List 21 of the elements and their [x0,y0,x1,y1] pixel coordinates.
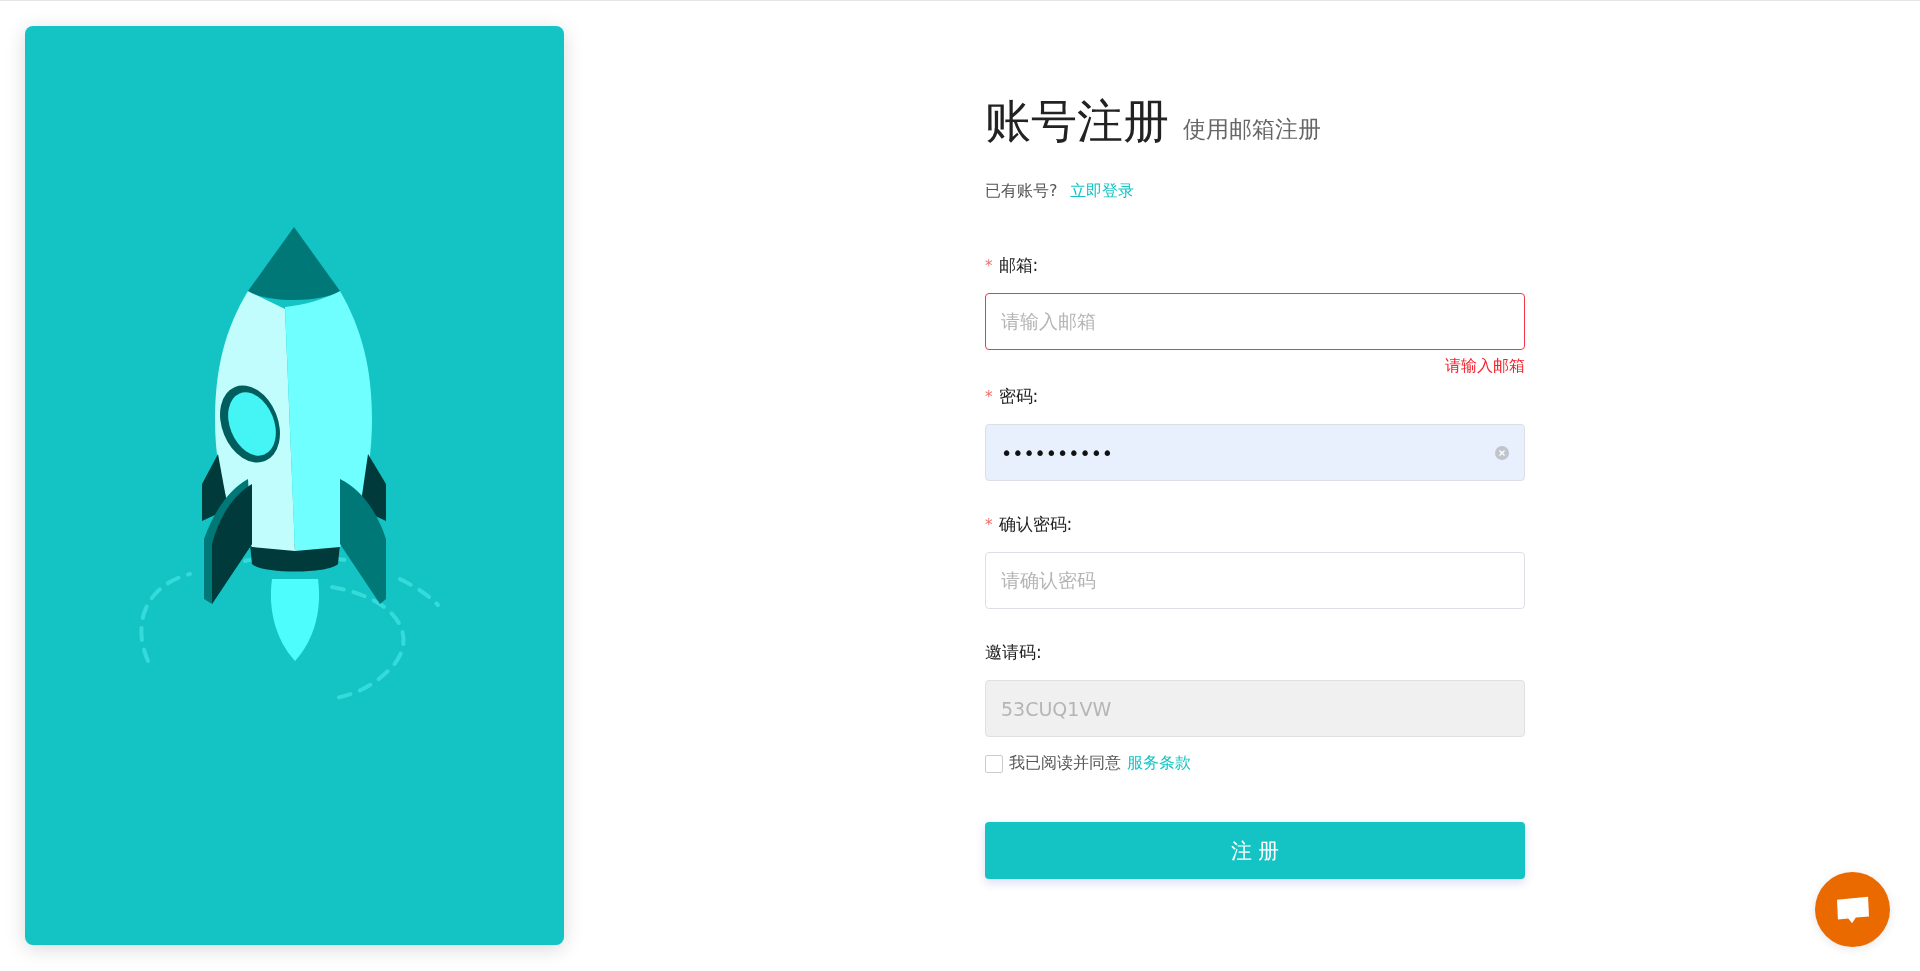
register-button[interactable]: 注 册 [985,822,1525,879]
input-field[interactable]: 请确认密码 [985,552,1525,609]
terms-link[interactable]: 服务条款 [1127,753,1191,774]
chat-button[interactable] [1815,872,1890,947]
clear-icon[interactable] [1495,445,1509,460]
required-mark: * [985,256,993,275]
agreement-text: 我已阅读并同意 [1009,753,1121,774]
input-field[interactable]: •••••••••• [985,424,1525,481]
field-label: 确认密码: [998,513,1073,536]
agreement-checkbox[interactable] [985,754,1003,773]
required-mark: * [985,515,993,534]
field-label: 邀请码: [985,641,1042,664]
error-message: 请输入邮箱 [1444,356,1525,377]
page-subtitle: 使用邮箱注册 [1183,115,1321,144]
page-title: 账号注册 [985,93,1169,150]
login-link[interactable]: 立即登录 [1069,181,1134,202]
field-label: 密码: [998,385,1039,408]
login-prompt: 已有账号? [985,181,1058,202]
input-field[interactable]: 请输入邮箱 [985,293,1525,350]
required-mark: * [985,387,993,406]
field-label: 邮箱: [998,254,1039,277]
